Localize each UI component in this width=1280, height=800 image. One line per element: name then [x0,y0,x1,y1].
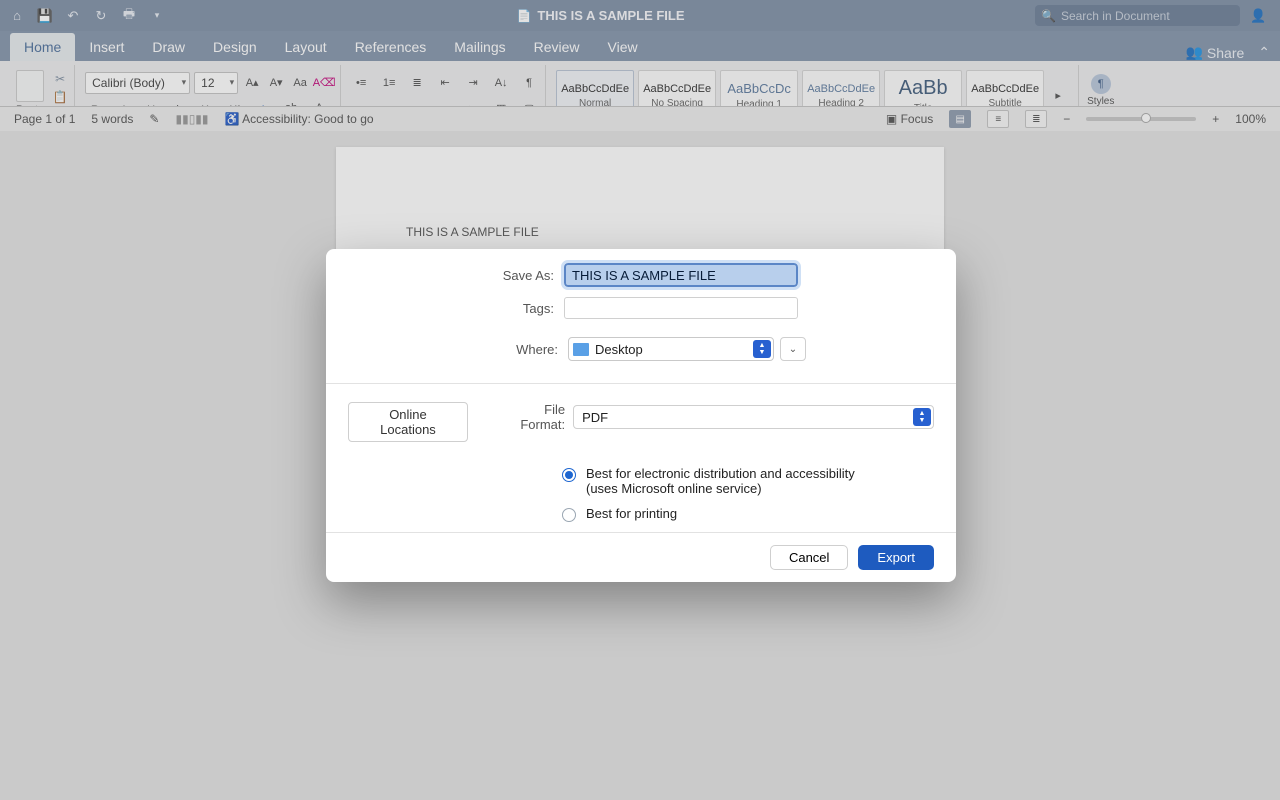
option-electronic[interactable]: Best for electronic distribution and acc… [562,466,956,496]
save-dialog: Save As: Tags: Where: Desktop ▲▼ ⌄ Onlin… [326,249,956,582]
online-locations-button[interactable]: Online Locations [348,402,468,442]
tags-input[interactable] [564,297,798,319]
save-as-label: Save As: [348,268,554,283]
cancel-button[interactable]: Cancel [770,545,848,570]
expand-button[interactable]: ⌄ [780,337,806,361]
save-as-input[interactable] [564,263,798,287]
file-format-select[interactable]: PDF ▲▼ [573,405,934,429]
file-format-label: File Format: [498,402,565,432]
where-label: Where: [348,342,558,357]
radio-icon [562,468,576,482]
radio-icon [562,508,576,522]
dropdown-icon: ▲▼ [913,408,931,426]
tags-label: Tags: [348,301,554,316]
folder-icon [573,343,589,356]
export-button[interactable]: Export [858,545,934,570]
dropdown-icon: ▲▼ [753,340,771,358]
where-select[interactable]: Desktop ▲▼ [568,337,774,361]
option-printing[interactable]: Best for printing [562,506,956,522]
